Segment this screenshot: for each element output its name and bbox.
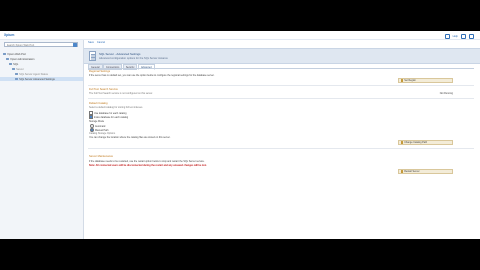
change-catalog-path-button[interactable]: Change Catalog Path: [398, 140, 453, 145]
tree-item-label: Xpium Administration: [10, 57, 35, 61]
sidebar-search: [4, 42, 78, 48]
regional-settings-text: If the server has no default set, you ca…: [89, 74, 215, 77]
tree-item-label: Server: [16, 67, 24, 71]
index-database-checkbox[interactable]: Index database for each catalog: [89, 115, 128, 119]
tree-item-label: SQL: [13, 62, 19, 66]
page-title: SQL Server - Advanced Settings: [99, 52, 141, 56]
gear-icon: [15, 77, 18, 81]
full-text-text: The Full Text Search service is not conf…: [89, 92, 153, 95]
help-link[interactable]: Help: [453, 35, 458, 38]
tree-item-advanced-settings[interactable]: SQL Server Advanced Settings: [0, 77, 83, 81]
header-panel: SQL Server - Advanced Settings Advanced …: [84, 48, 480, 64]
globe-icon: [401, 79, 404, 82]
home-icon[interactable]: [444, 33, 450, 39]
default-catalog-title: Default Catalog: [89, 102, 108, 105]
full-text-title: Full Text Search Service: [89, 88, 118, 91]
folder-icon: [6, 57, 9, 61]
search-icon[interactable]: [72, 43, 77, 47]
server-maintenance-title: Server Maintenance: [89, 155, 114, 158]
save-button[interactable]: Save: [88, 41, 94, 44]
server-maintenance-text: If the database needs to be restarted, u…: [89, 160, 205, 163]
button-label: Set Region: [404, 79, 417, 82]
top-right-controls: Help: [444, 33, 474, 39]
settings-icon[interactable]: [461, 33, 466, 39]
checkbox-label: Index database for each catalog: [94, 115, 129, 119]
checkbox-box: [89, 115, 93, 119]
application-window: Xpium Help Xpium Web Port Xpium Administ…: [0, 31, 480, 239]
regional-settings-title: Regional Settings: [89, 70, 111, 73]
tree-item-label: SQL Server Agent Status: [19, 72, 48, 76]
default-catalog-text: Select a default catalog for storing ful…: [89, 106, 143, 109]
cancel-button[interactable]: Cancel: [97, 41, 105, 44]
close-icon[interactable]: [469, 33, 474, 39]
restart-server-button[interactable]: Restart Server: [398, 169, 453, 174]
main-toolbar: Save Cancel: [88, 41, 105, 44]
set-region-button[interactable]: Set Region: [398, 78, 453, 83]
tree-item-server[interactable]: Server: [0, 67, 95, 71]
divider: [88, 148, 474, 149]
tree-item-label: Xpium Web Port: [7, 52, 26, 56]
folder-icon: [401, 141, 404, 144]
full-text-status: Not Running: [439, 92, 453, 95]
storage-mode-label: Storage Mode: [89, 120, 105, 123]
tree-item-label: SQL Server Advanced Settings: [19, 77, 55, 81]
tree-item-admin[interactable]: Xpium Administration: [0, 57, 89, 61]
refresh-icon: [401, 170, 404, 173]
main-panel: Save Cancel SQL Server - Advanced Settin…: [84, 40, 480, 239]
gear-icon: [15, 72, 18, 76]
document-icon: [89, 51, 96, 61]
page-subtitle: Advanced configuration options for the S…: [99, 56, 168, 60]
tab-content: Regional Settings If the server has no d…: [88, 68, 474, 239]
tree-item-root[interactable]: Xpium Web Port: [0, 52, 86, 56]
app-logo: Xpium: [4, 33, 15, 37]
catalog-storage-title: Catalog Storage Options: [89, 132, 116, 135]
folder-icon: [3, 52, 6, 56]
sidebar: Xpium Web Port Xpium Administration SQL …: [0, 40, 84, 239]
divider: [88, 85, 474, 86]
restart-warning: Note: All connected users will be discon…: [89, 164, 207, 167]
tree-item-sql[interactable]: SQL: [0, 62, 92, 66]
button-label: Change Catalog Path: [404, 141, 428, 144]
divider: [88, 98, 474, 99]
search-input[interactable]: [5, 43, 71, 48]
catalog-storage-text: You can change the location where the ca…: [89, 136, 171, 139]
button-label: Restart Server: [404, 170, 420, 173]
top-bar: Xpium Help: [0, 31, 480, 40]
database-icon: [9, 62, 12, 66]
server-icon: [12, 67, 15, 71]
